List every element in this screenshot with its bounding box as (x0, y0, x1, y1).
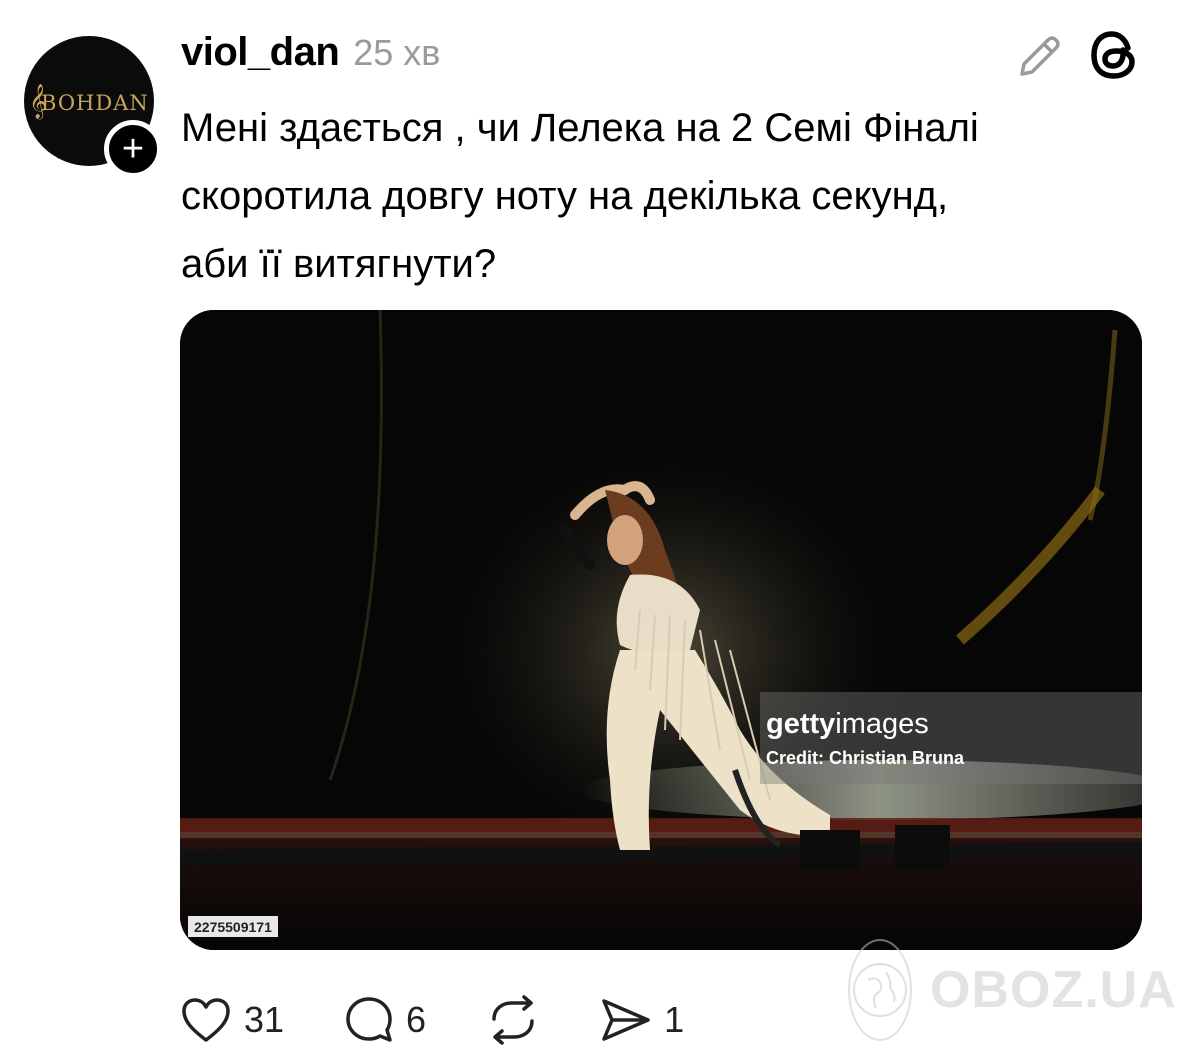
heart-icon (182, 998, 230, 1042)
globe-icon (848, 939, 912, 1041)
threads-logo-icon[interactable] (1088, 28, 1142, 82)
watermark-text: OBOZ.UA (930, 961, 1177, 1019)
comment-icon (346, 997, 392, 1042)
avatar-text: BOHDAN (41, 91, 149, 115)
post-text-line: скоротила довгу ноту на декілька секунд, (181, 174, 949, 218)
share-button[interactable]: 1 (600, 995, 684, 1045)
post-image[interactable]: gettyimages Credit: Christian Bruna 2275… (180, 310, 1142, 950)
comment-button[interactable]: 6 (344, 995, 426, 1045)
send-icon (602, 999, 650, 1041)
username[interactable]: viol_dan (181, 30, 340, 75)
repost-icon (492, 995, 534, 1045)
like-count: 31 (244, 999, 285, 1040)
post-text-line: Мені здається , чи Лелека на 2 Семі Фіна… (181, 106, 979, 150)
like-button[interactable]: 31 (180, 996, 284, 1044)
image-id: 2275509171 (188, 916, 278, 937)
stage-photo (180, 310, 1142, 950)
timestamp: 25 хв (353, 32, 441, 73)
share-count: 1 (664, 999, 685, 1040)
action-bar: 31 6 1 (180, 990, 744, 1050)
photo-credit: Credit: Christian Bruna (766, 748, 965, 768)
post-text: Мені здається , чи Лелека на 2 Семі Фіна… (181, 94, 1141, 298)
comment-count: 6 (406, 999, 427, 1040)
getty-watermark: gettyimages Credit: Christian Bruna (760, 692, 1142, 784)
pencil-icon[interactable] (1014, 30, 1066, 82)
getty-logo-rest: images (835, 708, 929, 740)
getty-logo: gettyimages (766, 708, 929, 741)
oboz-watermark: OBOZ.UA (848, 939, 1176, 1041)
getty-logo-bold: getty (766, 708, 836, 740)
post-text-line: аби її витягнути? (181, 242, 497, 286)
follow-button[interactable]: + (104, 120, 162, 178)
repost-button[interactable] (486, 995, 540, 1045)
post-header: viol_dan 25 хв (181, 30, 440, 75)
